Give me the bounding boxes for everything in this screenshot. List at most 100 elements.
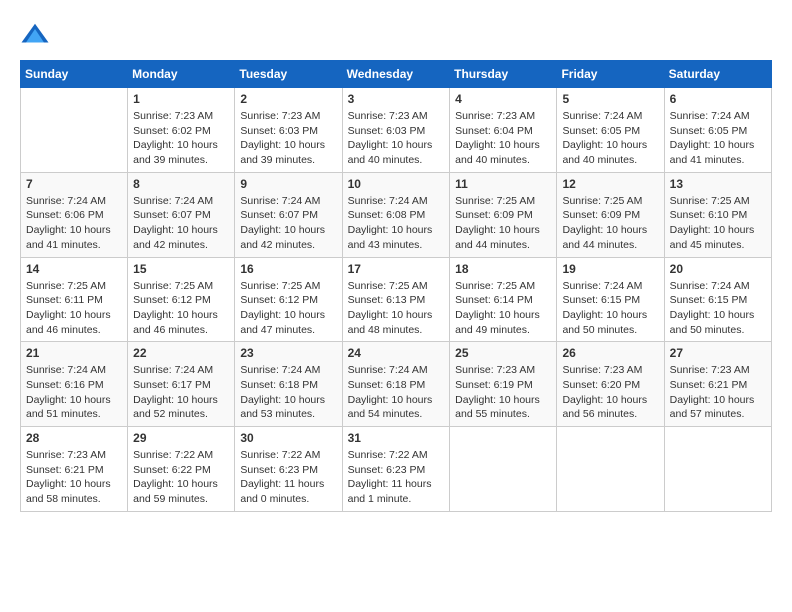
calendar-cell: 31Sunrise: 7:22 AM Sunset: 6:23 PM Dayli… [342,427,450,512]
day-info: Sunrise: 7:23 AM Sunset: 6:21 PM Dayligh… [26,448,122,507]
calendar-week-row: 7 Sunrise: 7:24 AM Sunset: 6:06 PM Daylig… [21,172,772,257]
day-number: 1 [133,92,229,106]
calendar-cell: 14 Sunrise: 7:25 AM Sunset: 6:11 PM Dayli… [21,257,128,342]
day-number: 6 [670,92,766,106]
calendar-cell: 3 Sunrise: 7:23 AM Sunset: 6:03 PM Daylig… [342,88,450,173]
calendar-cell: 23 Sunrise: 7:24 AM Sunset: 6:18 PM Dayli… [235,342,342,427]
calendar-cell [21,88,128,173]
calendar-cell: 19 Sunrise: 7:24 AM Sunset: 6:15 PM Dayli… [557,257,664,342]
day-info: Sunrise: 7:25 AM Sunset: 6:09 PM Dayligh… [562,194,658,253]
day-info: Sunrise: 7:24 AM Sunset: 6:18 PM Dayligh… [240,363,336,422]
day-info: Sunrise: 7:24 AM Sunset: 6:07 PM Dayligh… [133,194,229,253]
weekday-header: Saturday [664,61,771,88]
day-number: 10 [348,177,445,191]
calendar-cell: 10Sunrise: 7:24 AM Sunset: 6:08 PM Dayli… [342,172,450,257]
calendar-cell: 28 Sunrise: 7:23 AM Sunset: 6:21 PM Dayli… [21,427,128,512]
day-info: Sunrise: 7:25 AM Sunset: 6:12 PM Dayligh… [133,279,229,338]
weekday-header: Monday [128,61,235,88]
day-number: 20 [670,262,766,276]
day-info: Sunrise: 7:25 AM Sunset: 6:12 PM Dayligh… [240,279,336,338]
calendar-cell: 13 Sunrise: 7:25 AM Sunset: 6:10 PM Dayli… [664,172,771,257]
day-info: Sunrise: 7:25 AM Sunset: 6:11 PM Dayligh… [26,279,122,338]
logo [20,20,54,50]
calendar-cell: 4 Sunrise: 7:23 AM Sunset: 6:04 PM Daylig… [450,88,557,173]
calendar-cell: 24 Sunrise: 7:24 AM Sunset: 6:18 PM Dayli… [342,342,450,427]
day-number: 30 [240,431,336,445]
calendar-week-row: 28 Sunrise: 7:23 AM Sunset: 6:21 PM Dayli… [21,427,772,512]
calendar-cell: 12 Sunrise: 7:25 AM Sunset: 6:09 PM Dayli… [557,172,664,257]
day-number: 17 [348,262,445,276]
calendar-week-row: 1Sunrise: 7:23 AM Sunset: 6:02 PM Daylig… [21,88,772,173]
day-info: Sunrise: 7:23 AM Sunset: 6:04 PM Dayligh… [455,109,551,168]
page-header [20,20,772,50]
day-info: Sunrise: 7:25 AM Sunset: 6:10 PM Dayligh… [670,194,766,253]
day-info: Sunrise: 7:23 AM Sunset: 6:20 PM Dayligh… [562,363,658,422]
calendar-table: SundayMondayTuesdayWednesdayThursdayFrid… [20,60,772,512]
calendar-cell: 6Sunrise: 7:24 AM Sunset: 6:05 PM Daylig… [664,88,771,173]
day-number: 2 [240,92,336,106]
weekday-header: Thursday [450,61,557,88]
day-info: Sunrise: 7:23 AM Sunset: 6:03 PM Dayligh… [240,109,336,168]
day-info: Sunrise: 7:24 AM Sunset: 6:18 PM Dayligh… [348,363,445,422]
calendar-cell: 9 Sunrise: 7:24 AM Sunset: 6:07 PM Daylig… [235,172,342,257]
day-number: 9 [240,177,336,191]
day-info: Sunrise: 7:24 AM Sunset: 6:06 PM Dayligh… [26,194,122,253]
day-info: Sunrise: 7:23 AM Sunset: 6:21 PM Dayligh… [670,363,766,422]
calendar-cell: 8 Sunrise: 7:24 AM Sunset: 6:07 PM Daylig… [128,172,235,257]
day-info: Sunrise: 7:22 AM Sunset: 6:23 PM Dayligh… [240,448,336,507]
calendar-cell: 1Sunrise: 7:23 AM Sunset: 6:02 PM Daylig… [128,88,235,173]
day-number: 13 [670,177,766,191]
calendar-cell: 15 Sunrise: 7:25 AM Sunset: 6:12 PM Dayli… [128,257,235,342]
calendar-cell: 27 Sunrise: 7:23 AM Sunset: 6:21 PM Dayli… [664,342,771,427]
day-info: Sunrise: 7:23 AM Sunset: 6:19 PM Dayligh… [455,363,551,422]
calendar-cell: 18Sunrise: 7:25 AM Sunset: 6:14 PM Dayli… [450,257,557,342]
calendar-week-row: 21Sunrise: 7:24 AM Sunset: 6:16 PM Dayli… [21,342,772,427]
day-info: Sunrise: 7:24 AM Sunset: 6:16 PM Dayligh… [26,363,122,422]
day-number: 26 [562,346,658,360]
day-number: 3 [348,92,445,106]
day-number: 14 [26,262,122,276]
calendar-cell: 21Sunrise: 7:24 AM Sunset: 6:16 PM Dayli… [21,342,128,427]
calendar-header: SundayMondayTuesdayWednesdayThursdayFrid… [21,61,772,88]
day-number: 4 [455,92,551,106]
calendar-cell: 22 Sunrise: 7:24 AM Sunset: 6:17 PM Dayli… [128,342,235,427]
weekday-header: Wednesday [342,61,450,88]
calendar-cell: 2 Sunrise: 7:23 AM Sunset: 6:03 PM Daylig… [235,88,342,173]
day-info: Sunrise: 7:25 AM Sunset: 6:13 PM Dayligh… [348,279,445,338]
weekday-row: SundayMondayTuesdayWednesdayThursdayFrid… [21,61,772,88]
weekday-header: Sunday [21,61,128,88]
day-info: Sunrise: 7:23 AM Sunset: 6:03 PM Dayligh… [348,109,445,168]
day-number: 16 [240,262,336,276]
day-number: 19 [562,262,658,276]
day-number: 11 [455,177,551,191]
weekday-header: Tuesday [235,61,342,88]
day-number: 28 [26,431,122,445]
day-number: 27 [670,346,766,360]
day-info: Sunrise: 7:24 AM Sunset: 6:07 PM Dayligh… [240,194,336,253]
calendar-cell [664,427,771,512]
day-number: 23 [240,346,336,360]
day-info: Sunrise: 7:24 AM Sunset: 6:17 PM Dayligh… [133,363,229,422]
calendar-cell: 17 Sunrise: 7:25 AM Sunset: 6:13 PM Dayli… [342,257,450,342]
day-info: Sunrise: 7:24 AM Sunset: 6:05 PM Dayligh… [562,109,658,168]
day-number: 7 [26,177,122,191]
day-info: Sunrise: 7:24 AM Sunset: 6:15 PM Dayligh… [562,279,658,338]
weekday-header: Friday [557,61,664,88]
calendar-cell: 16 Sunrise: 7:25 AM Sunset: 6:12 PM Dayli… [235,257,342,342]
day-info: Sunrise: 7:22 AM Sunset: 6:23 PM Dayligh… [348,448,445,507]
calendar-cell: 5 Sunrise: 7:24 AM Sunset: 6:05 PM Daylig… [557,88,664,173]
calendar-cell: 29Sunrise: 7:22 AM Sunset: 6:22 PM Dayli… [128,427,235,512]
day-number: 8 [133,177,229,191]
day-number: 22 [133,346,229,360]
calendar-cell [557,427,664,512]
day-info: Sunrise: 7:24 AM Sunset: 6:15 PM Dayligh… [670,279,766,338]
calendar-cell: 30 Sunrise: 7:22 AM Sunset: 6:23 PM Dayli… [235,427,342,512]
day-number: 12 [562,177,658,191]
day-number: 15 [133,262,229,276]
logo-icon [20,20,50,50]
calendar-cell [450,427,557,512]
calendar-cell: 7 Sunrise: 7:24 AM Sunset: 6:06 PM Daylig… [21,172,128,257]
day-number: 5 [562,92,658,106]
day-number: 24 [348,346,445,360]
day-number: 25 [455,346,551,360]
